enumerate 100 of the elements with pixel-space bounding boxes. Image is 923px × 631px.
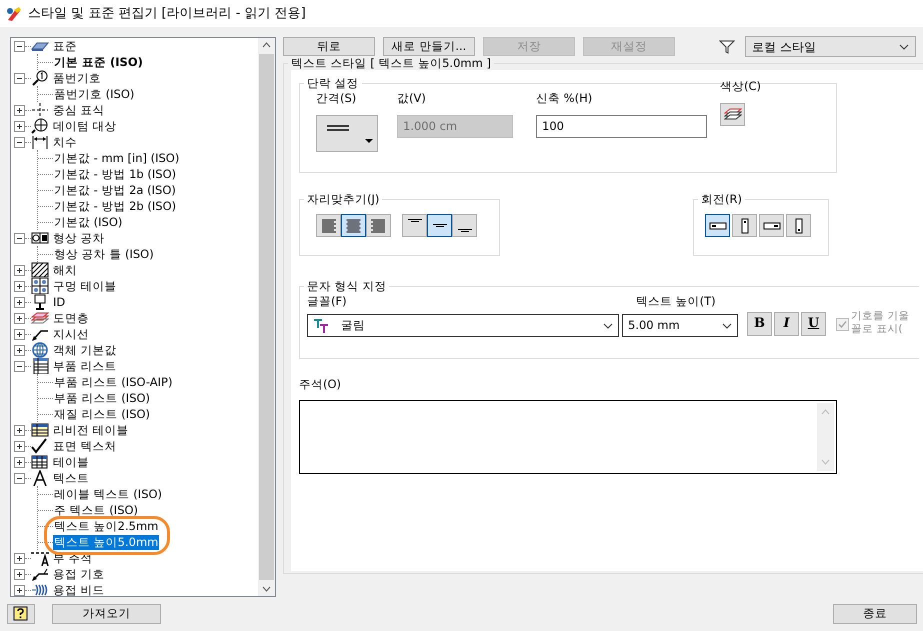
note-icon (31, 550, 49, 566)
tree-item[interactable]: 객체 기본값 (52, 342, 118, 358)
close-button[interactable]: 종료 (833, 604, 917, 624)
valign-lines-icon (458, 229, 472, 232)
rotation-button[interactable] (732, 214, 757, 237)
field-label: 글꼴(F) (307, 293, 348, 310)
align-button[interactable] (452, 214, 477, 237)
chevron-down-icon (603, 322, 613, 329)
text-height-dropdown[interactable]: 5.00 mm (622, 314, 738, 338)
tree-item[interactable]: 도면층 (52, 310, 90, 326)
collapse-icon[interactable] (14, 136, 25, 148)
tree-item[interactable]: ID (52, 294, 66, 310)
expand-icon[interactable] (14, 296, 25, 308)
note-textarea[interactable] (299, 400, 837, 474)
tree-item[interactable]: 기본값 - 방법 2a (ISO) (53, 182, 177, 198)
tree-item[interactable]: 리비전 테이블 (52, 422, 130, 438)
spacing-dropdown[interactable] (316, 115, 378, 152)
collapse-icon[interactable] (14, 360, 25, 372)
toolbar-button[interactable]: 새로 만들기... (383, 37, 475, 56)
expand-icon[interactable] (14, 424, 25, 436)
table-icon (31, 454, 49, 470)
tree-item[interactable]: 레이블 텍스트 (ISO) (53, 486, 164, 502)
expand-icon[interactable] (14, 264, 25, 276)
expand-icon[interactable] (14, 456, 25, 468)
weld-symbol-icon (31, 566, 49, 582)
expand-icon[interactable] (14, 344, 25, 356)
collapse-icon[interactable] (14, 72, 25, 84)
group-title: 단락 설정 (306, 76, 360, 90)
tree-item[interactable]: 표면 텍스처 (52, 438, 118, 454)
font-dropdown[interactable]: 굴림 (307, 314, 619, 338)
align-button[interactable] (366, 214, 391, 237)
import-button[interactable]: 가져오기 (52, 604, 161, 624)
help-button[interactable] (7, 604, 35, 624)
tree-item[interactable]: 기본값 - mm [in] (ISO) (53, 150, 180, 166)
rotation-button[interactable] (759, 214, 784, 237)
tree-item[interactable]: 데이텀 대상 (52, 118, 118, 134)
dimension-icon (31, 134, 49, 150)
align-button[interactable] (402, 214, 427, 237)
expand-icon[interactable] (14, 312, 25, 324)
tree-item[interactable]: 용접 기호 (52, 566, 106, 582)
tree-item[interactable]: 기본값 - 방법 2b (ISO) (53, 198, 178, 214)
tree-item[interactable]: 부품 리스트 (ISO-AIP) (53, 374, 174, 390)
scrollbar[interactable] (258, 38, 275, 596)
tree-item[interactable]: 구멍 테이블 (52, 278, 118, 294)
tree-item[interactable]: 치수 (52, 134, 78, 150)
globe-icon (31, 342, 49, 358)
checkbox-label: 기호를 기울 꼴로 표시( (851, 310, 910, 336)
color-button[interactable] (720, 103, 745, 126)
collapse-icon[interactable] (14, 472, 25, 484)
font-style-button[interactable]: B (747, 312, 772, 336)
scrollbar[interactable] (817, 403, 834, 472)
tree-item[interactable]: 재질 리스트 (ISO) (53, 406, 152, 422)
tree-item[interactable]: 부품 리스트 (52, 358, 118, 374)
expand-icon[interactable] (14, 440, 25, 452)
tree-item[interactable]: 품번기호 (52, 70, 102, 86)
font-style-button[interactable]: U (801, 312, 826, 336)
collapse-icon[interactable] (14, 40, 25, 52)
rotation-button[interactable] (705, 214, 730, 237)
tree-item[interactable]: 기본값 (ISO) (53, 214, 124, 230)
tree-item[interactable]: 지시선 (52, 326, 90, 342)
tree-item[interactable]: 해치 (52, 262, 78, 278)
group-title: 텍스트 스타일 [ 텍스트 높이5.0mm ] (290, 56, 492, 70)
tolerance-icon (31, 230, 49, 246)
expand-icon[interactable] (14, 104, 25, 116)
tree-item[interactable]: 중심 표식 (52, 102, 106, 118)
tree-item[interactable]: 텍스트 높이5.0mm (53, 534, 160, 550)
stretch-field[interactable]: 100 (536, 115, 707, 138)
expand-icon[interactable] (14, 328, 25, 340)
expand-icon[interactable] (14, 280, 25, 292)
toolbar-button[interactable]: 뒤로 (283, 37, 375, 56)
align-button[interactable] (427, 214, 452, 237)
tree-item[interactable]: 기본값 - 방법 1b (ISO) (53, 166, 178, 182)
tree-item[interactable]: 형상 공차 (52, 230, 106, 246)
weld-bead-icon (31, 582, 49, 596)
tree-item[interactable]: 부품 리스트 (ISO) (53, 390, 152, 406)
tree-item[interactable]: 테이블 (52, 454, 90, 470)
style-filter-dropdown[interactable]: 로컬 스타일 (745, 36, 916, 57)
tree-item[interactable]: 텍스트 (52, 470, 90, 486)
expand-icon[interactable] (14, 584, 25, 596)
expand-icon[interactable] (14, 568, 25, 580)
tree-item[interactable]: 용접 비드 (52, 582, 106, 596)
chevron-down-icon (722, 322, 732, 329)
expand-icon[interactable] (14, 120, 25, 132)
tree-item[interactable]: 기본 표준 (ISO) (53, 54, 144, 70)
tree-item[interactable]: 품번기호 (ISO) (53, 86, 136, 102)
font-style-button[interactable]: I (774, 312, 799, 336)
collapse-icon[interactable] (14, 232, 25, 244)
chevron-down-icon (899, 44, 909, 50)
dropdown-value: 5.00 mm (628, 317, 680, 334)
tree-item[interactable]: 표준 (52, 38, 78, 54)
align-button[interactable] (316, 214, 341, 237)
rotation-button[interactable] (786, 214, 811, 237)
field-label: 신축 %(H) (536, 90, 594, 107)
align-button[interactable] (341, 214, 366, 237)
tree-item[interactable]: 주 텍스트 (ISO) (53, 502, 140, 518)
field-label: 텍스트 높이(T) (636, 293, 717, 310)
tree-item[interactable]: 텍스트 높이2.5mm (53, 518, 160, 534)
dropdown-value: 굴림 (341, 317, 365, 334)
tree-item[interactable]: 형상 공차 틀 (ISO) (53, 246, 155, 262)
expand-icon[interactable] (14, 552, 25, 564)
